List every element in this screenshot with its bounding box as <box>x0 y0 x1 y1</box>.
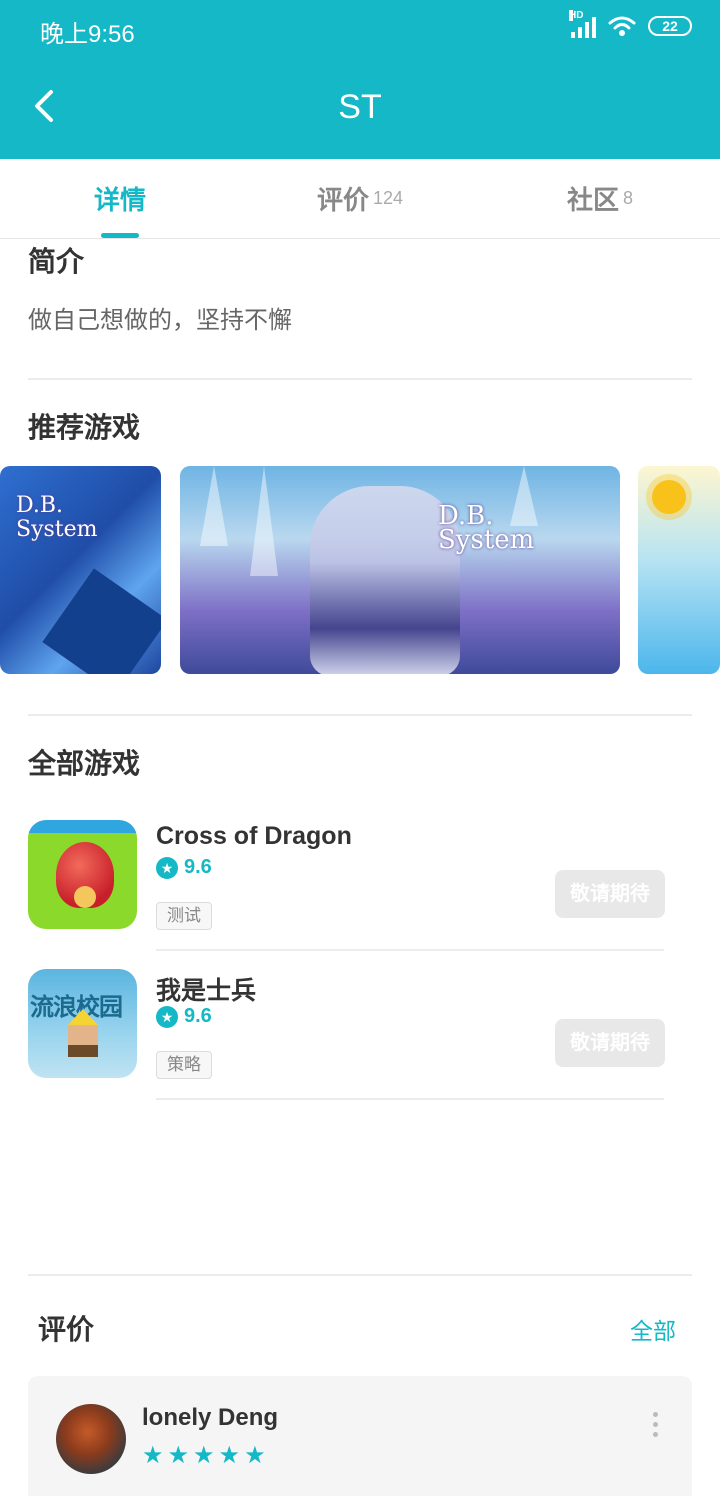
wifi-icon <box>608 16 636 36</box>
recommended-title: 推荐游戏 <box>28 412 141 443</box>
banner-logo-line: D.B. <box>16 493 64 518</box>
star-icon: ★ <box>156 856 178 879</box>
game-rating: ★ 9.6 <box>156 856 212 879</box>
tab-reviews[interactable]: 评价 124 <box>240 159 480 238</box>
banner-art <box>200 466 228 546</box>
game-tag: 策略 <box>156 1051 212 1079</box>
review-stars: ★ ★ ★ ★ ★ <box>142 1444 266 1468</box>
divider <box>28 1274 692 1276</box>
game-icon[interactable] <box>28 820 137 929</box>
rating-value: 9.6 <box>184 856 212 878</box>
star-icon: ★ <box>156 1005 178 1028</box>
star-icon: ★ <box>244 1442 266 1469</box>
reviews-all-link[interactable]: 全部 <box>630 1312 676 1346</box>
recommended-banner[interactable] <box>638 466 720 674</box>
game-list-item[interactable]: 流浪校园 我是士兵 ★ 9.6 策略 敬请期待 <box>0 969 720 1119</box>
tab-details[interactable]: 详情 <box>0 159 240 238</box>
banner-logo-line: System <box>16 517 98 542</box>
intro-text: 做自己想做的，坚持不懈 <box>28 307 292 334</box>
tab-count: 124 <box>372 188 404 208</box>
network-type-label: HD <box>569 10 584 21</box>
more-options-icon[interactable] <box>653 1412 658 1437</box>
coming-soon-button[interactable]: 敬请期待 <box>555 1019 665 1067</box>
review-card[interactable]: lonely Deng ★ ★ ★ ★ ★ <box>28 1376 692 1496</box>
page-title: ST <box>338 88 382 126</box>
game-icon[interactable]: 流浪校园 <box>28 969 137 1078</box>
all-games-title: 全部游戏 <box>28 748 141 779</box>
banner-art <box>250 466 278 576</box>
tab-label: 评价 <box>316 185 369 215</box>
soldier-icon <box>68 1009 98 1057</box>
game-tag: 测试 <box>156 902 212 930</box>
divider <box>28 714 692 716</box>
tab-label: 详情 <box>93 185 146 215</box>
star-icon: ★ <box>167 1442 190 1469</box>
dragon-icon <box>56 842 114 908</box>
status-time: 晚上9:56 <box>40 21 135 48</box>
banner-logo: D.B. System <box>16 494 98 542</box>
battery-icon: 22 <box>648 16 692 36</box>
game-rating: ★ 9.6 <box>156 1005 212 1028</box>
banner-logo: D.B. System <box>438 503 535 555</box>
banner-logo-line: System <box>438 525 535 555</box>
rating-value: 9.6 <box>184 1005 212 1027</box>
app-header: 晚上9:56 HD 22 ST <box>0 0 720 159</box>
star-icon: ★ <box>142 1442 164 1469</box>
star-icon: ★ <box>193 1442 215 1469</box>
tab-label: 社区 <box>566 185 619 215</box>
banner-art <box>42 568 161 674</box>
divider <box>156 949 664 951</box>
status-icons: HD 22 <box>569 10 692 38</box>
recommended-banner[interactable]: D.B. System <box>180 466 620 674</box>
tab-bar: 详情 评价 124 社区 8 <box>0 159 720 239</box>
reviews-title: 评价 <box>38 1314 95 1345</box>
recommended-banner[interactable]: D.B. System <box>0 466 161 674</box>
coming-soon-button[interactable]: 敬请期待 <box>555 870 665 918</box>
game-name: 我是士兵 <box>156 977 257 1005</box>
tab-count: 8 <box>623 188 634 208</box>
review-username[interactable]: lonely Deng <box>142 1404 278 1432</box>
game-name: Cross of Dragon <box>156 822 352 850</box>
signal-icon: HD <box>569 10 596 38</box>
avatar[interactable] <box>56 1404 126 1474</box>
sun-icon <box>652 480 686 514</box>
tab-community[interactable]: 社区 8 <box>480 159 720 238</box>
intro-title: 简介 <box>28 246 85 277</box>
star-icon: ★ <box>218 1442 241 1469</box>
divider <box>28 378 692 380</box>
game-list-item[interactable]: Cross of Dragon ★ 9.6 测试 敬请期待 <box>0 820 720 970</box>
divider <box>156 1098 664 1100</box>
